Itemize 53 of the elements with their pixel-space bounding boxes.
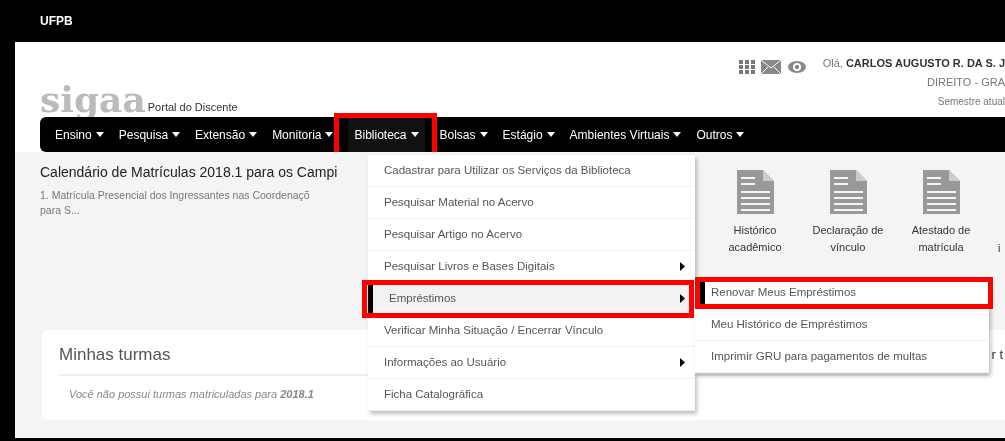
eye-icon (786, 58, 807, 76)
menu-item[interactable]: Verificar Minha Situação / Encerrar Vínculo (368, 315, 695, 347)
caret-right-icon (680, 262, 685, 271)
card-header-text: r t (991, 346, 1003, 364)
nav-menu-item[interactable]: Estágio (502, 117, 555, 152)
menu-item[interactable]: Imprimir GRU para pagamentos de multas (695, 341, 989, 373)
menu-item[interactable]: Meu Histórico de Empréstimos (695, 309, 989, 341)
menu-item[interactable]: Ficha Catalográfica (368, 379, 695, 411)
caret-down-icon (673, 132, 682, 137)
mail-icon (760, 60, 781, 74)
news-text: para S... (40, 203, 80, 218)
caret-down-icon (479, 132, 488, 137)
semester-label: Semestre atual (937, 95, 1005, 109)
empty-classes-message: Você não possui turmas matriculadas para 2018.1 (69, 386, 314, 402)
nav-menu-item[interactable]: Ensino (55, 117, 104, 152)
nav-menu-item[interactable]: Pesquisa (118, 117, 181, 152)
caret-down-icon (325, 132, 334, 137)
nav-menu-item[interactable]: Outros (696, 117, 745, 152)
caret-right-icon (680, 358, 685, 367)
menu-item[interactable]: Pesquisar Material no Acervo (368, 187, 695, 219)
menu-item[interactable]: Pesquisar Livros e Bases Digitais (368, 251, 695, 283)
menu-item[interactable]: Cadastrar para Utilizar os Serviços da Biblioteca (368, 155, 695, 187)
menu-item[interactable]: Renovar Meus Empréstimos (695, 277, 993, 309)
caret-down-icon (736, 132, 745, 137)
nav-menu-item[interactable]: Ambientes Virtuais (569, 117, 682, 152)
nav-menu-item[interactable]: Monitoria (272, 117, 334, 152)
document-icon (736, 170, 774, 214)
document-icon (829, 170, 867, 214)
portal-subtitle: Portal do Discente (147, 99, 238, 115)
caret-down-icon (546, 132, 555, 137)
caret-down-icon (172, 132, 181, 137)
document-link[interactable]: i (998, 240, 1001, 257)
document-link[interactable]: Declaração de vínculo (808, 222, 888, 256)
menu-item[interactable]: Informações ao Usuário (368, 347, 695, 379)
menu-item[interactable]: Pesquisar Artigo no Acervo (368, 219, 695, 251)
nav-menu-item[interactable]: Bolsas (439, 117, 488, 152)
document-icon (922, 170, 960, 214)
caret-down-icon (410, 132, 419, 137)
nav-menu-item[interactable]: Biblioteca (348, 117, 425, 152)
caret-down-icon (249, 132, 258, 137)
grid-icon (738, 60, 755, 74)
document-link[interactable]: Atestado de matrícula (901, 222, 981, 256)
course-name: DIREITO - GRA (926, 75, 1005, 90)
document-link[interactable]: Histórico acadêmico (715, 222, 795, 256)
card-title: Minhas turmas (59, 344, 171, 366)
news-title: Calendário de Matrículas 2018.1 para os Campi (40, 163, 338, 182)
news-text: 1. Matrícula Presencial dos Ingressantes nas Coordenaçõ (40, 188, 310, 203)
caret-down-icon (95, 132, 104, 137)
caret-right-icon (680, 294, 685, 303)
logo: sigaa (40, 81, 146, 117)
site-title: UFPB (40, 13, 73, 30)
user-greeting: Olá, CARLOS AUGUSTO R. DA S. J (822, 56, 1005, 71)
nav-menu-item[interactable]: Extensão (195, 117, 258, 152)
